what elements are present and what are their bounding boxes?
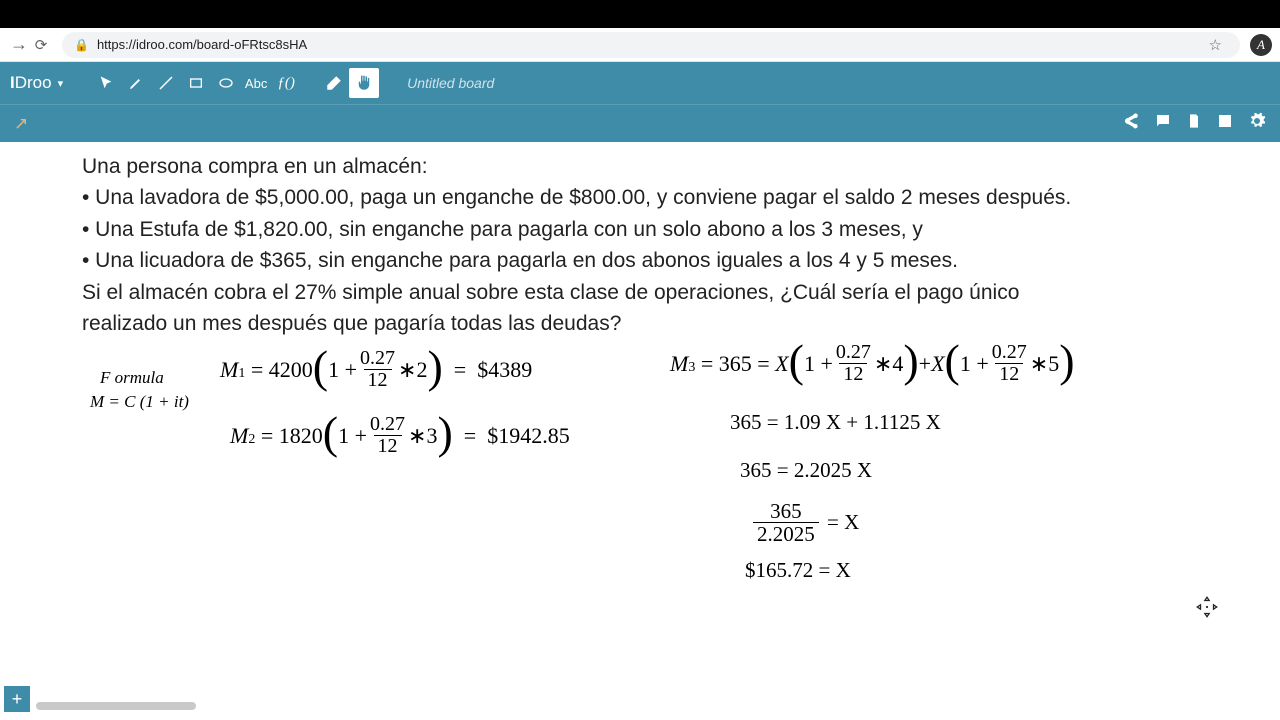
app-logo[interactable]: IDroo — [10, 73, 52, 93]
url-text: https://idroo.com/board-oFRtsc8sHA — [97, 37, 307, 52]
app-toolbar: IDroo ▾ Abc ƒ() Untitled board — [0, 62, 1280, 104]
formula-equation: M = C (1 + it) — [90, 392, 189, 412]
popout-icon[interactable]: ↗ — [14, 114, 28, 134]
document-icon[interactable] — [1186, 112, 1202, 135]
text-tool[interactable]: Abc — [241, 68, 271, 98]
share-icon[interactable] — [1122, 112, 1140, 135]
address-bar[interactable]: 🔒 https://idroo.com/board-oFRtsc8sHA ☆ — [62, 32, 1240, 58]
step-3: 3652.2025 = X — [750, 500, 859, 545]
step-2: 365 = 2.2025 X — [740, 458, 872, 483]
equation-m1: M1 = 4200 (1 + 0.2712 ∗ 2) = $4389 — [220, 348, 532, 391]
rectangle-tool[interactable] — [181, 68, 211, 98]
lock-icon: 🔒 — [74, 38, 89, 52]
reload-button[interactable]: ⟳ — [30, 36, 52, 54]
eraser-tool[interactable] — [319, 68, 349, 98]
add-page-button[interactable]: + — [4, 686, 30, 712]
move-cursor-icon — [1194, 594, 1220, 620]
step-1: 365 = 1.09 X + 1.1125 X — [730, 410, 941, 435]
whiteboard-canvas[interactable]: Una persona compra en un almacén: • Una … — [0, 142, 1280, 720]
formula-tool[interactable]: ƒ() — [271, 68, 301, 98]
step-4: $165.72 = X — [745, 558, 851, 583]
bookmark-star-icon[interactable]: ☆ — [1203, 36, 1228, 54]
pan-tool[interactable] — [349, 68, 379, 98]
formula-label: F ormula — [100, 368, 164, 388]
board-title[interactable]: Untitled board — [407, 75, 494, 91]
letterbox-top — [0, 0, 1280, 28]
browser-toolbar: → ⟳ 🔒 https://idroo.com/board-oFRtsc8sHA… — [0, 28, 1280, 62]
forward-button[interactable]: → — [8, 34, 30, 55]
settings-icon[interactable] — [1248, 112, 1266, 135]
equation-m2: M2 = 1820 (1 + 0.2712 ∗ 3) = $1942.85 — [230, 414, 570, 457]
ellipse-tool[interactable] — [211, 68, 241, 98]
chat-icon[interactable] — [1154, 112, 1172, 135]
app-subtoolbar: ↗ — [0, 104, 1280, 142]
pen-tool[interactable] — [121, 68, 151, 98]
equation-m3: M3 = 365 = X (1 + 0.2712 ∗ 4) + X (1 + 0… — [670, 342, 1075, 385]
profile-avatar[interactable]: A — [1250, 34, 1272, 56]
logo-chevron-icon[interactable]: ▾ — [58, 77, 64, 90]
pointer-tool[interactable] — [91, 68, 121, 98]
problem-text: Una persona compra en un almacén: • Una … — [82, 152, 1250, 341]
horizontal-scrollbar[interactable] — [36, 702, 196, 710]
line-tool[interactable] — [151, 68, 181, 98]
image-icon[interactable] — [1216, 112, 1234, 135]
